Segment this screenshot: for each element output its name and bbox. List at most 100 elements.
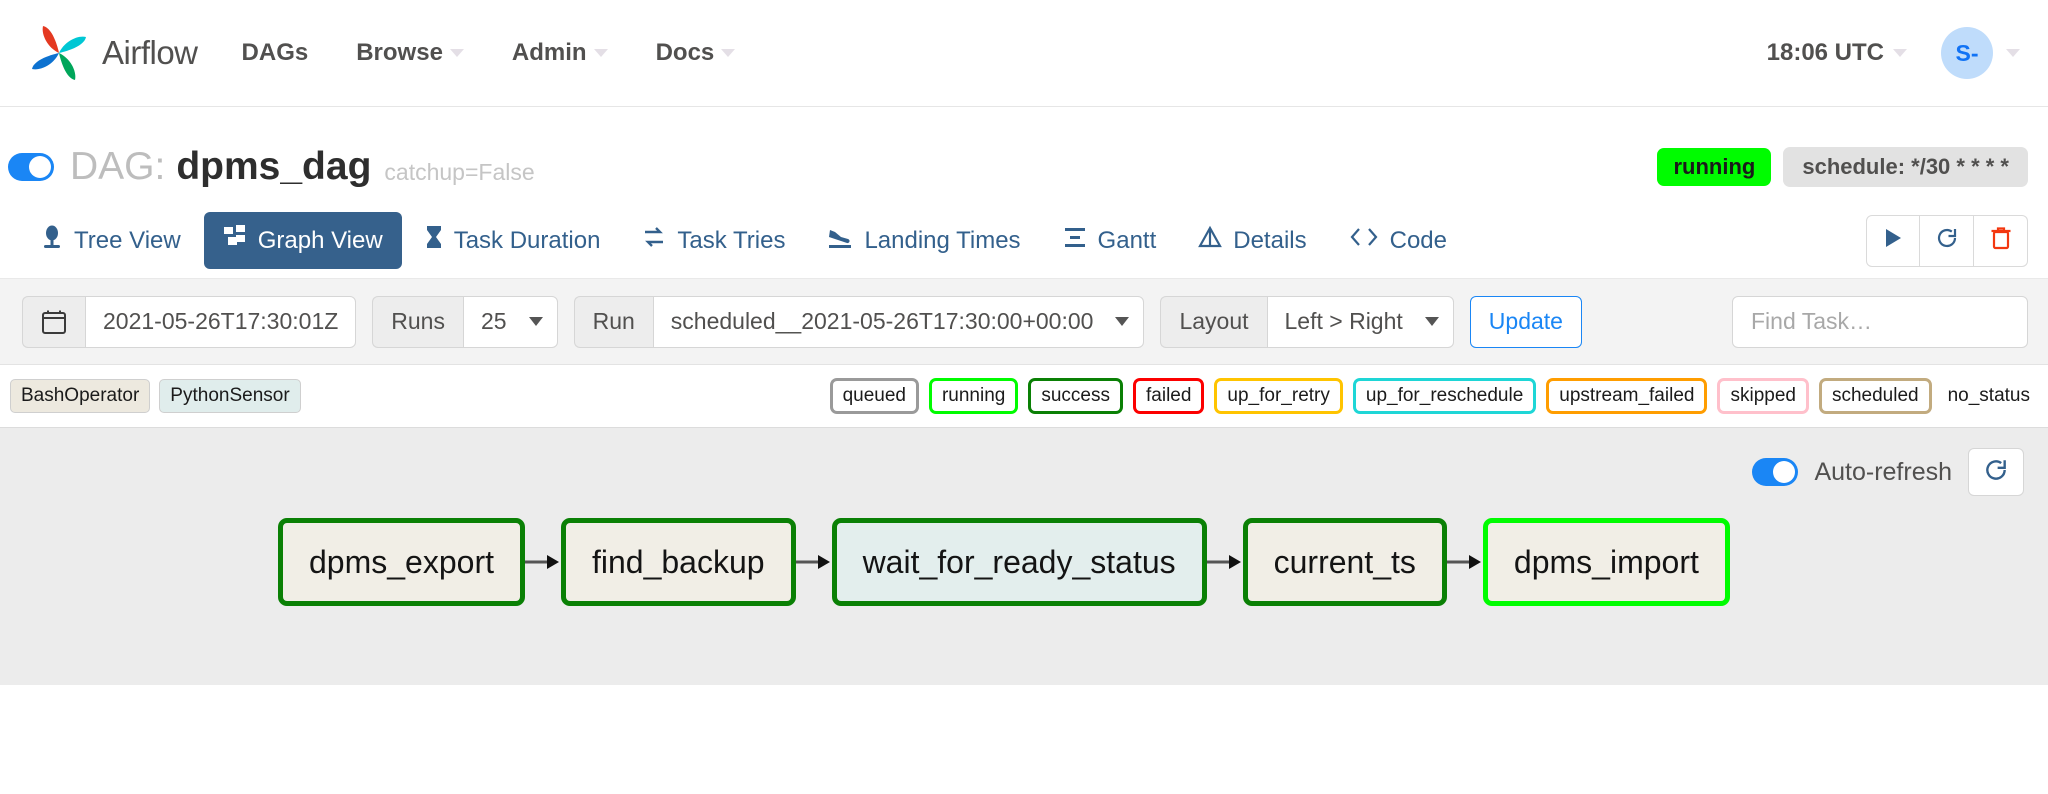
tab-task-tries[interactable]: Task Tries xyxy=(623,212,804,269)
task-node-label: current_ts xyxy=(1274,544,1416,581)
status-legend-scheduled[interactable]: scheduled xyxy=(1819,378,1932,414)
legend-row: BashOperator PythonSensor queued running… xyxy=(0,365,2048,427)
task-graph: dpms_export find_backup wait_for_ready_s… xyxy=(0,518,2048,606)
tab-label: Tree View xyxy=(74,227,181,255)
chevron-down-icon xyxy=(1893,49,1907,57)
chevron-down-icon xyxy=(450,49,464,57)
nav-link-admin[interactable]: Admin xyxy=(512,39,608,67)
dag-pause-toggle[interactable] xyxy=(8,153,54,181)
tab-label: Task Duration xyxy=(454,227,601,255)
task-node-wait-for-ready-status[interactable]: wait_for_ready_status xyxy=(832,518,1207,606)
layout-group: Layout Left > Right xyxy=(1160,296,1453,348)
run-label: Run xyxy=(574,296,653,348)
tab-task-duration[interactable]: Task Duration xyxy=(406,212,620,269)
num-runs-group: Runs 25 xyxy=(372,296,557,348)
run-value: scheduled__2021-05-26T17:30:00+00:00 xyxy=(671,308,1094,335)
refresh-dag-button[interactable] xyxy=(1920,215,1974,267)
run-group: Run scheduled__2021-05-26T17:30:00+00:00 xyxy=(574,296,1145,348)
operator-legend: BashOperator PythonSensor xyxy=(10,379,301,413)
status-legend-running[interactable]: running xyxy=(929,378,1018,414)
tab-label: Graph View xyxy=(258,227,383,255)
user-menu[interactable]: S- xyxy=(1941,27,2020,79)
refresh-icon xyxy=(1983,457,2009,488)
tab-tree-view[interactable]: Tree View xyxy=(22,212,200,269)
dag-catchup-label: catchup=False xyxy=(384,148,534,186)
status-legend-no-status[interactable]: no_status xyxy=(1942,381,2036,411)
edge-arrow-icon xyxy=(1207,551,1243,573)
status-legend-up-for-reschedule[interactable]: up_for_reschedule xyxy=(1353,378,1536,414)
graph-refresh-button[interactable] xyxy=(1968,448,2024,496)
auto-refresh-toggle[interactable] xyxy=(1752,458,1798,486)
status-badge: running xyxy=(1657,148,1771,186)
status-legend-failed[interactable]: failed xyxy=(1133,378,1204,414)
nav-link-browse[interactable]: Browse xyxy=(356,39,464,67)
nav-link-dags[interactable]: DAGs xyxy=(242,39,309,67)
tab-label: Landing Times xyxy=(864,227,1020,255)
trigger-dag-button[interactable] xyxy=(1866,215,1920,267)
filter-toolbar: 2021-05-26T17:30:01Z Runs 25 Run schedul… xyxy=(0,279,2048,365)
layout-select[interactable]: Left > Right xyxy=(1267,296,1454,348)
auto-refresh-row: Auto-refresh xyxy=(0,428,2048,496)
num-runs-label: Runs xyxy=(372,296,463,348)
retry-icon xyxy=(642,225,666,256)
tab-landing-times[interactable]: Landing Times xyxy=(808,212,1039,269)
status-legend-up-for-retry[interactable]: up_for_retry xyxy=(1214,378,1342,414)
chevron-down-icon xyxy=(1115,317,1129,326)
task-node-find-backup[interactable]: find_backup xyxy=(561,518,796,606)
num-runs-select[interactable]: 25 xyxy=(463,296,558,348)
graph-view-icon xyxy=(223,225,247,256)
clock-menu[interactable]: 18:06 UTC xyxy=(1767,39,1907,67)
avatar: S- xyxy=(1941,27,1993,79)
task-node-label: wait_for_ready_status xyxy=(863,544,1176,581)
layout-label: Layout xyxy=(1160,296,1266,348)
task-node-label: dpms_export xyxy=(309,544,494,581)
find-task-input[interactable]: Find Task… xyxy=(1732,296,2028,348)
delete-dag-button[interactable] xyxy=(1974,215,2028,267)
status-legend-upstream-failed[interactable]: upstream_failed xyxy=(1546,378,1707,414)
status-legend-queued[interactable]: queued xyxy=(830,378,919,414)
edge-arrow-icon xyxy=(1447,551,1483,573)
base-date-group: 2021-05-26T17:30:01Z xyxy=(22,296,356,348)
nav-links: DAGs Browse Admin Docs xyxy=(242,39,736,67)
nav-link-docs[interactable]: Docs xyxy=(656,39,736,67)
status-legend-skipped[interactable]: skipped xyxy=(1717,378,1809,414)
edge-arrow-icon xyxy=(796,551,832,573)
view-tabs: Tree View Graph View Task Duration Task … xyxy=(22,212,1466,269)
tab-label: Details xyxy=(1233,227,1306,255)
operator-badge-bashoperator: BashOperator xyxy=(10,379,150,413)
dag-header: DAG: dpms_dag catchup=False running sche… xyxy=(0,131,2048,203)
task-node-dpms-export[interactable]: dpms_export xyxy=(278,518,525,606)
base-date-input[interactable]: 2021-05-26T17:30:01Z xyxy=(85,296,356,348)
schedule-badge[interactable]: schedule: */30 * * * * xyxy=(1783,147,2028,187)
task-node-dpms-import[interactable]: dpms_import xyxy=(1483,518,1730,606)
hourglass-icon xyxy=(425,225,443,256)
dag-prefix-label: DAG: xyxy=(70,145,165,189)
clock-label: 18:06 UTC xyxy=(1767,39,1884,67)
run-select[interactable]: scheduled__2021-05-26T17:30:00+00:00 xyxy=(653,296,1145,348)
nav-link-label: Docs xyxy=(656,39,715,67)
task-node-label: dpms_import xyxy=(1514,544,1699,581)
tree-view-icon xyxy=(41,225,63,256)
tab-details[interactable]: Details xyxy=(1179,212,1325,269)
num-runs-value: 25 xyxy=(481,308,507,335)
top-navbar: Airflow DAGs Browse Admin Docs 18:06 UTC… xyxy=(0,0,2048,107)
calendar-icon[interactable] xyxy=(22,296,85,348)
warning-triangle-icon xyxy=(1198,225,1222,256)
tab-code[interactable]: Code xyxy=(1330,213,1466,268)
dag-badges: running schedule: */30 * * * * xyxy=(1657,147,2028,187)
tab-gantt[interactable]: Gantt xyxy=(1044,212,1176,269)
update-button[interactable]: Update xyxy=(1470,296,1582,348)
brand-home-link[interactable]: Airflow xyxy=(28,22,198,84)
auto-refresh-label: Auto-refresh xyxy=(1814,458,1952,487)
task-node-label: find_backup xyxy=(592,544,765,581)
tab-label: Task Tries xyxy=(677,227,785,255)
airflow-pinwheel-logo xyxy=(28,22,90,84)
tab-graph-view[interactable]: Graph View xyxy=(204,212,402,269)
graph-canvas: Auto-refresh dpms_export find_backup wai… xyxy=(0,427,2048,685)
nav-link-label: DAGs xyxy=(242,39,309,67)
status-legend-success[interactable]: success xyxy=(1028,378,1123,414)
tab-label: Code xyxy=(1390,227,1447,255)
task-node-current-ts[interactable]: current_ts xyxy=(1243,518,1447,606)
play-icon xyxy=(1882,227,1904,254)
chevron-down-icon xyxy=(1425,317,1439,326)
